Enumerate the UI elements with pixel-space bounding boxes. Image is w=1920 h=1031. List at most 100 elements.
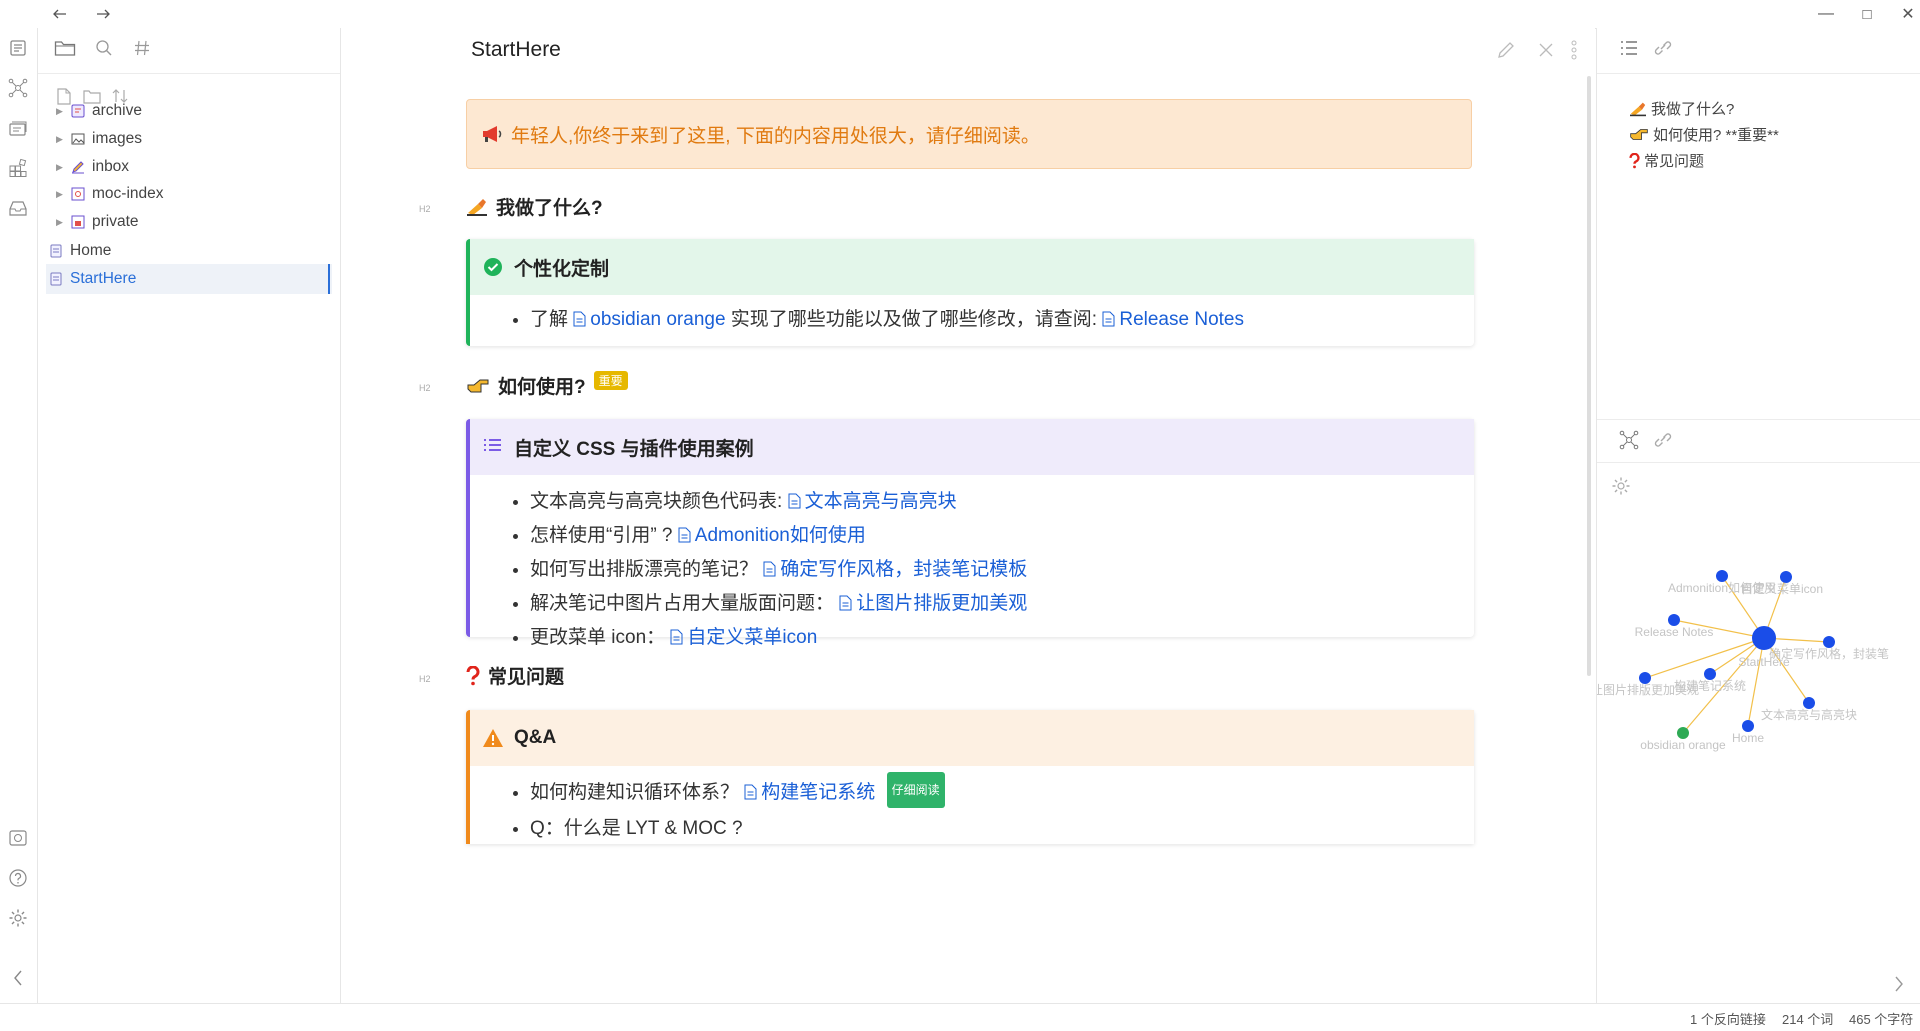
caret-right-icon[interactable]: ▶ — [56, 106, 70, 117]
callout-customization: 个性化定制 了解 obsidian orange 实现了哪些功能以及做了哪些修改… — [466, 239, 1474, 346]
local-graph[interactable]: Admonition如何使用自定义菜单iconRelease Notes确定写作… — [1597, 548, 1920, 848]
list-item: 如何构建知识循环体系？ 构建笔记系统 仔细阅读 — [530, 772, 1474, 812]
internal-link[interactable]: Release Notes — [1102, 309, 1244, 330]
outline-list-icon[interactable] — [1617, 36, 1641, 60]
help-icon[interactable] — [6, 866, 30, 890]
arrow-right-icon[interactable] — [91, 4, 115, 24]
folder-moc-index[interactable]: ▶ moc-index — [46, 179, 332, 209]
backlinks-icon[interactable] — [1651, 36, 1675, 60]
right-sidebar: 我做了什么? 如何使用? **重要** 常见问题 Admonition如何使用 自定义… — [1596, 28, 1920, 1003]
note-icon — [48, 243, 64, 259]
list-item: 如何写出排版漂亮的笔记？ 确定写作风格，封装笔记模板 — [530, 553, 1474, 587]
status-bar: 1 个反向链接 214 个词 465 个字符 — [0, 1003, 1920, 1031]
editor-pane: StartHere 年轻人,你终于来到了这里, 下面的内容用处很大，请仔细阅读。… — [341, 28, 1595, 1003]
heading-what-did-i-do: 我做了什么? — [466, 193, 603, 220]
image-icon — [70, 131, 86, 147]
warning-icon — [482, 727, 504, 749]
outgoing-links-icon[interactable] — [1651, 428, 1675, 452]
blocks-icon[interactable] — [6, 156, 30, 180]
close-pane-icon[interactable] — [1538, 42, 1554, 63]
writing-hand-icon — [1629, 101, 1647, 117]
tree-item-label: StartHere — [70, 270, 137, 287]
file-home[interactable]: Home — [46, 236, 332, 266]
file-explorer-icon[interactable] — [6, 36, 30, 60]
folder-archive[interactable]: ▶ archive — [46, 96, 332, 126]
list-item: 解决笔记中图片占用大量版面问题： 让图片排版更加美观 — [530, 587, 1474, 621]
lock-doc-icon — [70, 214, 86, 230]
pointing-hand-icon — [1629, 127, 1649, 142]
tree-item-label: archive — [92, 102, 142, 119]
file-starthere[interactable]: StartHere — [46, 264, 332, 294]
important-tag: 重要 — [593, 371, 628, 390]
tag-icon[interactable] — [130, 36, 154, 60]
outline-item[interactable]: 常见问题 — [1629, 150, 1704, 171]
minimize-button[interactable]: — — [1814, 4, 1838, 24]
graph-node-label: obsidian orange — [1640, 738, 1726, 752]
internal-link[interactable]: 确定写作风格，封装笔记模板 — [763, 559, 1027, 580]
graph-node-label: 文本高亮与高亮块 — [1761, 707, 1857, 722]
status-backlinks[interactable]: 1 个反向链接 — [1690, 1009, 1766, 1028]
folder-inbox[interactable]: ▶ inbox — [46, 152, 332, 182]
graph-settings-icon[interactable] — [1609, 474, 1633, 498]
inbox-icon[interactable] — [6, 196, 30, 220]
status-chars: 465 个字符 — [1849, 1012, 1914, 1027]
caret-right-icon[interactable]: ▶ — [56, 134, 70, 145]
folder-images[interactable]: ▶ images — [46, 124, 332, 154]
settings-icon[interactable] — [6, 906, 30, 930]
megaphone-icon — [481, 125, 503, 143]
internal-link[interactable]: 文本高亮与高亮块 — [788, 491, 957, 512]
internal-link[interactable]: obsidian orange — [573, 309, 726, 330]
scrollbar[interactable] — [1587, 76, 1591, 676]
collapse-right-icon[interactable] — [1887, 972, 1911, 996]
internal-link[interactable]: 让图片排版更加美观 — [839, 593, 1027, 614]
h2-marker: H2 — [419, 383, 431, 393]
list-icon — [482, 436, 504, 458]
internal-link[interactable]: Admonition如何使用 — [678, 525, 866, 546]
caret-right-icon[interactable]: ▶ — [56, 217, 70, 228]
outline-item[interactable]: 如何使用? **重要** — [1629, 124, 1779, 145]
callout-header: 个性化定制 — [470, 239, 1474, 295]
search-icon[interactable] — [92, 36, 116, 60]
question-icon — [466, 665, 480, 686]
graph-node-label: Home — [1732, 731, 1764, 745]
folder-icon[interactable] — [53, 36, 77, 60]
tree-item-label: Home — [70, 242, 112, 259]
internal-link[interactable]: 构建笔记系统 — [744, 782, 875, 803]
tree-item-label: moc-index — [92, 185, 164, 202]
caret-right-icon[interactable]: ▶ — [56, 162, 70, 173]
graph-node-label: Release Notes — [1635, 625, 1714, 639]
folder-private[interactable]: ▶ private — [46, 207, 332, 237]
edit-pencil-icon[interactable] — [1496, 40, 1516, 65]
vault-icon[interactable] — [6, 826, 30, 850]
arrow-left-icon[interactable] — [48, 4, 72, 24]
local-graph-icon[interactable] — [1617, 428, 1641, 452]
more-options-icon[interactable] — [1571, 40, 1577, 65]
collapse-left-icon[interactable] — [6, 966, 30, 990]
heading-faq: 常见问题 — [466, 662, 564, 689]
writing-hand-icon — [466, 197, 488, 217]
tree-item-label: private — [92, 213, 139, 230]
outline-item[interactable]: 我做了什么? — [1629, 98, 1734, 119]
list-item: 了解 obsidian orange 实现了哪些功能以及做了哪些修改，请查阅: … — [530, 303, 1474, 337]
check-circle-icon — [482, 256, 504, 278]
view-title: StartHere — [471, 38, 561, 61]
callout-header: Q&A — [470, 710, 1474, 766]
banner-text: 年轻人,你终于来到了这里, 下面的内容用处很大，请仔细阅读。 — [511, 125, 1040, 147]
tree-item-label: images — [92, 130, 142, 147]
read-carefully-tag: 仔细阅读 — [886, 772, 945, 808]
graph-view-icon[interactable] — [6, 76, 30, 100]
question-icon — [1629, 152, 1640, 169]
banner-callout: 年轻人,你终于来到了这里, 下面的内容用处很大，请仔细阅读。 — [466, 99, 1472, 169]
slides-icon[interactable] — [6, 116, 30, 140]
internal-link[interactable]: 自定义菜单icon — [670, 627, 817, 648]
list-item: Q：什么是 LYT & MOC ? — [530, 812, 1474, 846]
graph-center-label: StartHere — [1738, 655, 1790, 669]
file-explorer: ▶ archive ▶ images ▶ inbox ▶ moc-index ▶ private H… — [38, 28, 341, 1003]
archive-icon — [70, 103, 86, 119]
caret-right-icon[interactable]: ▶ — [56, 189, 70, 200]
maximize-button[interactable]: □ — [1855, 4, 1879, 24]
graph-center-node[interactable] — [1752, 626, 1776, 650]
status-words: 214 个词 — [1782, 1012, 1834, 1027]
close-button[interactable]: ✕ — [1896, 4, 1920, 24]
note-icon — [48, 271, 64, 287]
